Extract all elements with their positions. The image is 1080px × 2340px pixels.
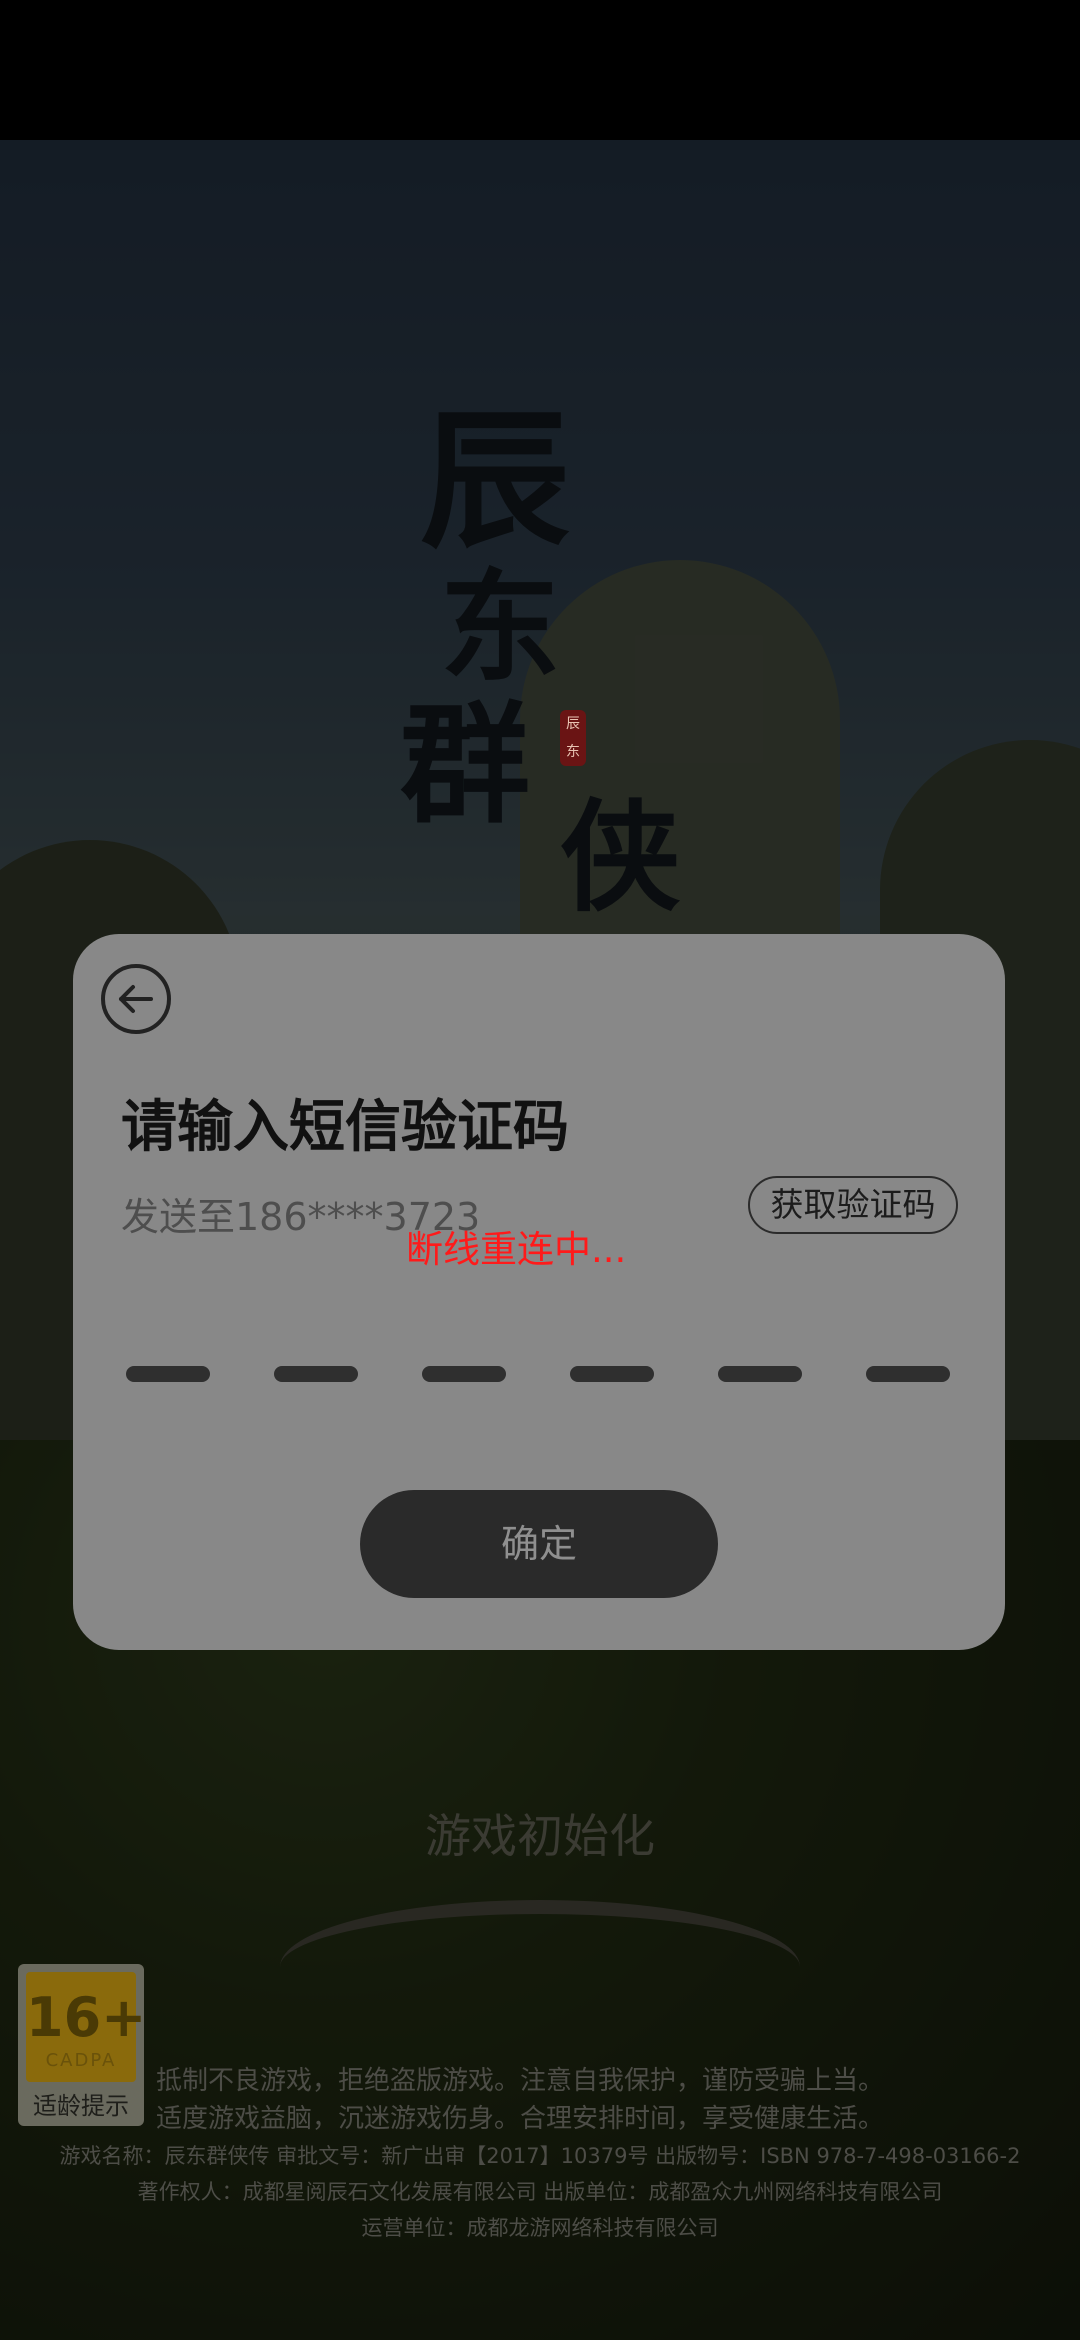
code-input[interactable]: [126, 1366, 1026, 1386]
arrow-left-icon: [119, 985, 153, 1013]
code-slot[interactable]: [718, 1366, 802, 1382]
footer-copyright-line: 著作权人：成都星阅辰石文化发展有限公司 出版单位：成都盈众九州网络科技有限公司: [137, 2180, 943, 2204]
code-slot[interactable]: [866, 1366, 950, 1382]
game-logo: 辰 东 群 侠: [380, 360, 740, 928]
status-bar: [0, 0, 1080, 140]
logo-char-4: 侠: [560, 787, 680, 928]
back-button[interactable]: [101, 964, 171, 1034]
code-slot[interactable]: [126, 1366, 210, 1382]
code-slot[interactable]: [274, 1366, 358, 1382]
health-notice-line-1: 抵制不良游戏，拒绝盗版游戏。注意自我保护，谨防受骗上当。: [156, 2066, 885, 2096]
age-rating-icon: 16+ CADPA: [26, 1972, 147, 2082]
age-rating-badge[interactable]: 16+ CADPA 适龄提示: [18, 1964, 147, 2126]
dialog-title: 请输入短信验证码: [121, 1095, 569, 1160]
confirm-button[interactable]: 确定: [360, 1490, 718, 1598]
sms-verification-dialog: 请输入短信验证码 发送至186****3723 获取验证码 断线重连中... 确…: [73, 934, 1005, 1650]
code-slot[interactable]: [570, 1366, 654, 1382]
get-code-button[interactable]: 获取验证码: [748, 1176, 958, 1234]
age-rating-number: 16+: [26, 1986, 147, 2049]
age-rating-org: CADPA: [45, 2050, 117, 2071]
health-notice-line-2: 适度游戏益脑，沉迷游戏伤身。合理安排时间，享受健康生活。: [156, 2104, 885, 2134]
init-status-text: 游戏初始化: [425, 1809, 655, 1863]
logo-char-3: 群: [400, 688, 531, 841]
reconnect-status: 断线重连中...: [406, 1228, 627, 1271]
age-rating-label: 适龄提示: [33, 2092, 129, 2120]
footer-license-line: 游戏名称：辰东群侠传 审批文号：新广出审【2017】10379号 出版物号：IS…: [59, 2144, 1021, 2168]
logo-seal: 辰东: [560, 710, 586, 766]
code-slot[interactable]: [422, 1366, 506, 1382]
footer-operator-line: 运营单位：成都龙游网络科技有限公司: [361, 2216, 719, 2240]
